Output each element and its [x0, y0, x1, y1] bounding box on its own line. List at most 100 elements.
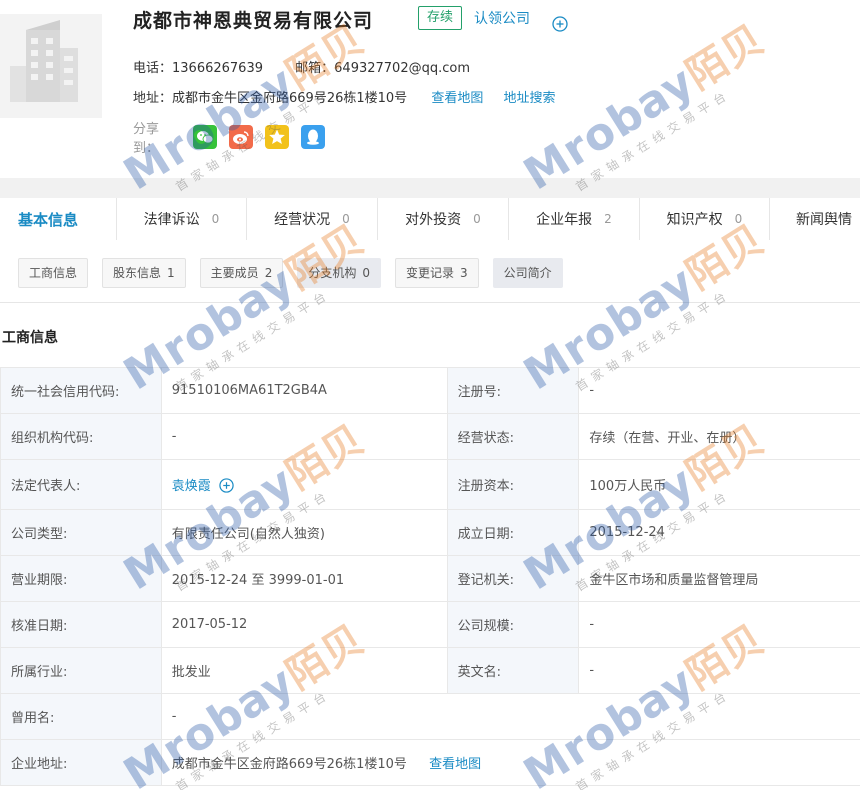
- tab-operations[interactable]: 经营状况 0: [247, 198, 378, 240]
- phone-label: 电话：: [133, 61, 173, 76]
- company-name: 成都市神恩典贸易有限公司: [133, 10, 374, 32]
- field-value: -: [160, 413, 448, 460]
- subtab-key-members[interactable]: 主要成员 2: [199, 258, 284, 288]
- field-label: 公司类型:: [0, 509, 162, 556]
- tab-label: 法律诉讼: [143, 212, 200, 228]
- email-label: 邮箱：: [295, 61, 335, 76]
- field-label: 企业地址:: [0, 739, 162, 786]
- table-row: 营业期限: 2015-12-24 至 3999-01-01 登记机关: 金牛区市…: [0, 555, 860, 602]
- field-value: -: [578, 601, 860, 648]
- tab-count: 0: [734, 212, 743, 226]
- subtab-label: 分支机构: [308, 266, 357, 280]
- wechat-icon[interactable]: [193, 125, 217, 149]
- legal-rep-link[interactable]: 袁焕霞: [172, 479, 211, 494]
- watermark-tagline: 首家轴承在线交易平台: [573, 86, 734, 194]
- field-value: 存续（在营、开业、在册）: [578, 413, 860, 460]
- address-search-link[interactable]: 地址搜索: [503, 91, 555, 106]
- address-line: 地址：成都市金牛区金府路669号26栋1楼10号 查看地图 地址搜索: [133, 87, 556, 106]
- table-row: 公司类型: 有限责任公司(自然人独资) 成立日期: 2015-12-24: [0, 509, 860, 556]
- address-label: 地址：: [133, 91, 173, 106]
- field-label: 经营状态:: [446, 413, 580, 460]
- tab-count: 0: [473, 212, 481, 226]
- subtab-label: 主要成员: [210, 266, 259, 280]
- sub-tabs: 工商信息 股东信息 1 主要成员 2 分支机构 0 变更记录 3 公司简介: [18, 258, 563, 288]
- field-label: 营业期限:: [0, 555, 162, 602]
- table-row: 企业地址: 成都市金牛区金府路669号26栋1楼10号 查看地图: [0, 739, 860, 786]
- field-label: 公司规模:: [446, 601, 580, 648]
- address-value: 成都市金牛区金府路669号26栋1楼10号: [172, 91, 408, 106]
- field-value: 2017-05-12: [160, 601, 448, 648]
- company-detail-page: 成都市神恩典贸易有限公司 存续 认领公司 电话：13666267639 邮箱：6…: [0, 0, 860, 790]
- qq-icon[interactable]: [301, 125, 325, 149]
- tab-label: 基本信息: [18, 210, 79, 229]
- table-row: 组织机构代码: - 经营状态: 存续（在营、开业、在册）: [0, 413, 860, 460]
- field-value: 91510106MA61T2GB4A: [160, 367, 448, 414]
- share-bar: 分享到：: [133, 122, 325, 156]
- field-label: 注册资本:: [446, 459, 580, 510]
- subtab-label: 股东信息: [113, 266, 162, 280]
- field-label: 法定代表人:: [0, 459, 162, 510]
- field-label: 统一社会信用代码:: [0, 367, 162, 414]
- field-value: 有限责任公司(自然人独资): [160, 509, 448, 556]
- subtab-label: 公司简介: [503, 266, 552, 280]
- tab-investments[interactable]: 对外投资 0: [378, 198, 509, 240]
- weibo-icon[interactable]: [229, 125, 253, 149]
- subtab-count: 0: [362, 266, 370, 280]
- tab-annual-reports[interactable]: 企业年报 2: [509, 198, 640, 240]
- section-title: 工商信息: [2, 330, 58, 346]
- subtab-label: 工商信息: [29, 266, 78, 280]
- business-info-table: 统一社会信用代码: 91510106MA61T2GB4A 注册号: - 组织机构…: [0, 367, 860, 786]
- table-row: 统一社会信用代码: 91510106MA61T2GB4A 注册号: -: [0, 367, 860, 414]
- email-value: 649327702@qq.com: [334, 61, 470, 76]
- tab-count: 0: [342, 212, 350, 226]
- field-value: 2015-12-24: [578, 509, 860, 556]
- subtab-label: 变更记录: [405, 266, 454, 280]
- field-value: 100万人民币: [578, 459, 860, 510]
- table-row: 曾用名: -: [0, 693, 860, 740]
- field-label: 组织机构代码:: [0, 413, 162, 460]
- tab-news[interactable]: 新闻舆情: [770, 198, 860, 240]
- claim-company-link[interactable]: 认领公司: [474, 8, 530, 28]
- field-value: 金牛区市场和质量监督管理局: [578, 555, 860, 602]
- subtab-company-profile[interactable]: 公司简介: [492, 258, 563, 288]
- tab-label: 知识产权: [666, 212, 723, 228]
- divider-band: [0, 178, 860, 198]
- legal-rep-cell: 袁焕霞: [160, 459, 448, 510]
- star-icon[interactable]: [265, 125, 289, 149]
- contact-line: 电话：13666267639 邮箱：649327702@qq.com: [133, 57, 470, 76]
- subtab-business-info[interactable]: 工商信息: [18, 258, 89, 288]
- field-label: 登记机关:: [446, 555, 580, 602]
- building-icon: [10, 20, 78, 102]
- field-value: -: [578, 367, 860, 414]
- plus-circle-icon[interactable]: [552, 16, 568, 32]
- subtab-count: 2: [264, 266, 273, 280]
- table-row: 法定代表人: 袁焕霞 注册资本: 100万人民币: [0, 459, 860, 510]
- share-label: 分享到：: [133, 122, 160, 156]
- tab-ip[interactable]: 知识产权 0: [640, 198, 770, 240]
- field-value: 批发业: [160, 647, 448, 694]
- view-map-link[interactable]: 查看地图: [431, 91, 483, 106]
- field-value: 成都市金牛区金府路669号26栋1楼10号: [171, 757, 407, 772]
- field-label: 成立日期:: [446, 509, 580, 556]
- tab-litigation[interactable]: 法律诉讼 0: [117, 198, 247, 240]
- subtab-change-records[interactable]: 变更记录 3: [394, 258, 479, 288]
- tab-label: 对外投资: [405, 212, 462, 228]
- view-map-link[interactable]: 查看地图: [429, 757, 481, 772]
- table-row: 核准日期: 2017-05-12 公司规模: -: [0, 601, 860, 648]
- field-value: -: [578, 647, 860, 694]
- field-value: 2015-12-24 至 3999-01-01: [160, 555, 448, 602]
- plus-circle-icon[interactable]: [219, 478, 234, 493]
- subtab-shareholders[interactable]: 股东信息 1: [102, 258, 186, 288]
- subtab-branches[interactable]: 分支机构 0: [297, 258, 381, 288]
- tab-label: 经营状况: [274, 212, 331, 228]
- subtab-count: 1: [167, 266, 175, 280]
- tab-label: 企业年报: [536, 212, 593, 228]
- tab-count: 2: [604, 212, 612, 226]
- status-badge: 存续: [418, 6, 463, 30]
- tab-count: 0: [211, 212, 220, 226]
- field-label: 核准日期:: [0, 601, 162, 648]
- tab-label: 新闻舆情: [796, 212, 852, 228]
- field-label: 所属行业:: [0, 647, 162, 694]
- address-cell: 成都市金牛区金府路669号26栋1楼10号 查看地图: [160, 739, 860, 786]
- tab-basic-info[interactable]: 基本信息: [0, 198, 117, 240]
